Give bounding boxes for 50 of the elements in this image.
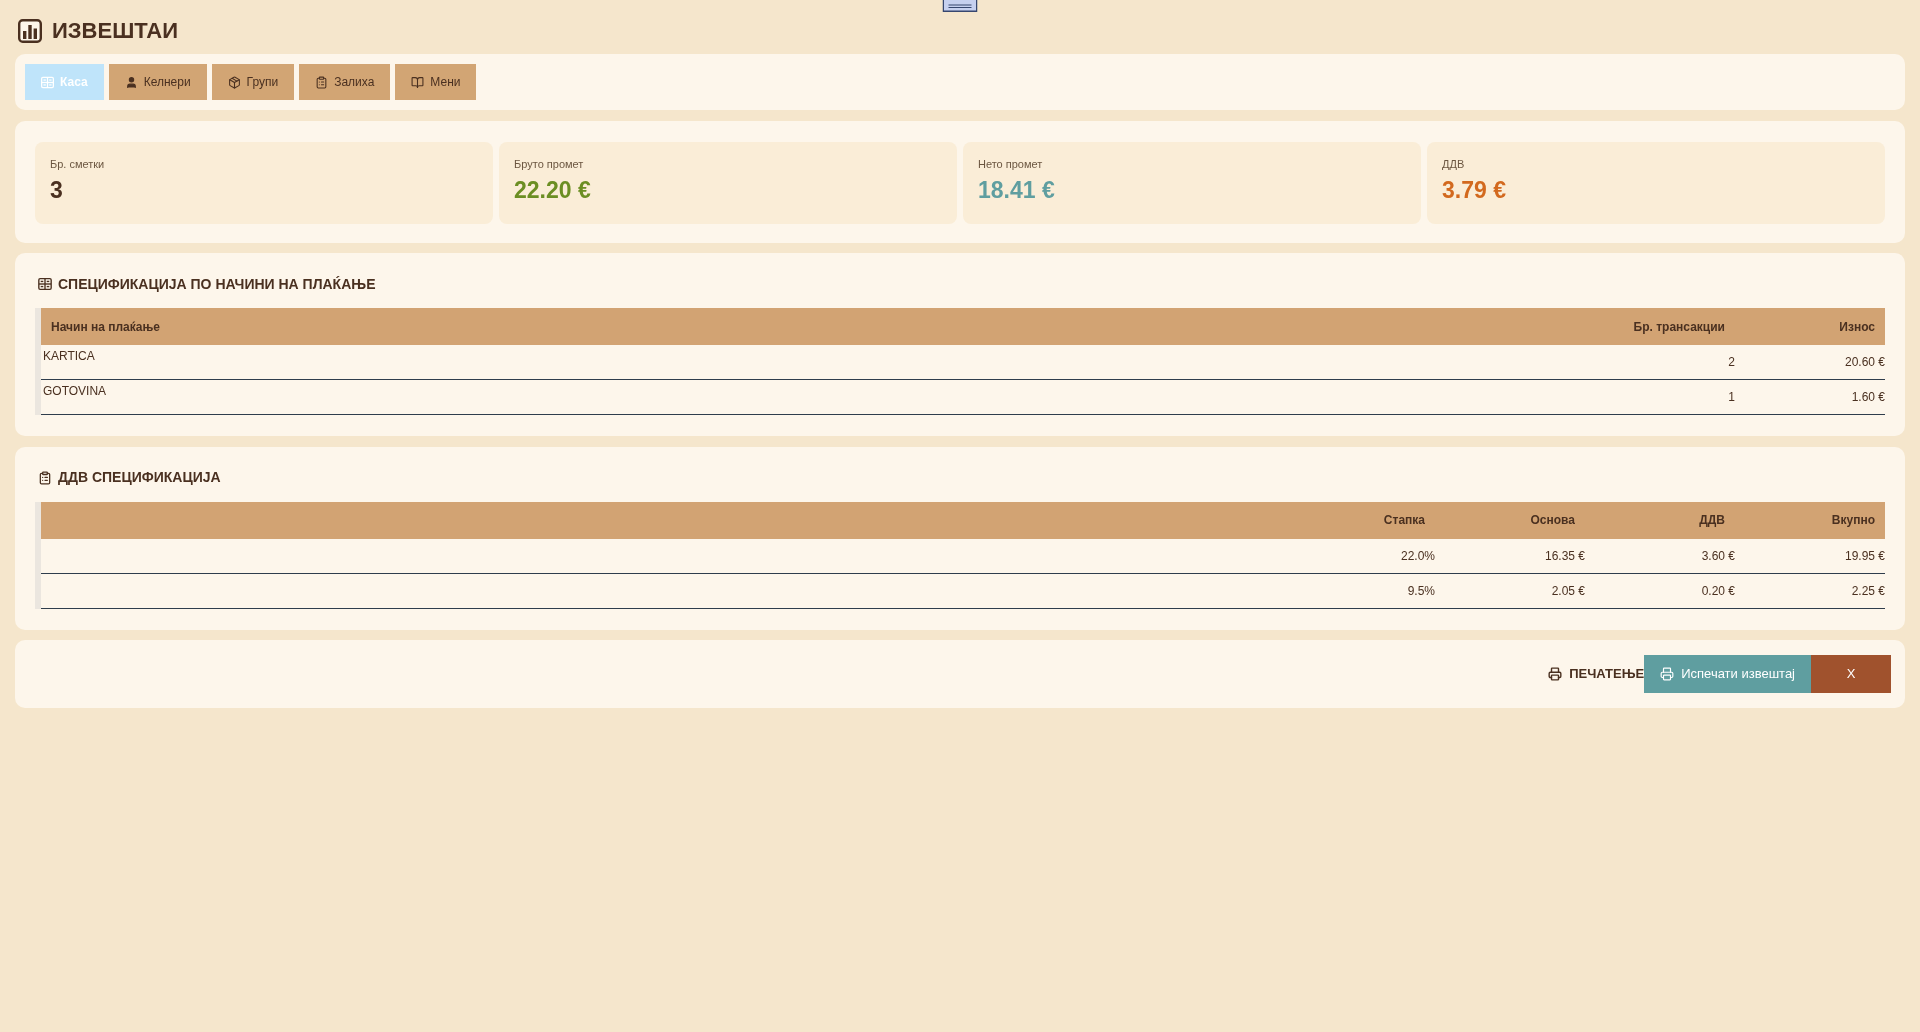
column-header: Бр. трансакции (1632, 318, 1726, 336)
table-cell-text: 3.60 € (1700, 547, 1735, 565)
card-value: 18.41 € (978, 176, 1056, 203)
table-cell-text: 1.60 € (1850, 389, 1885, 406)
card-label: Бр. сметки (50, 156, 106, 171)
table-cell-text: 22.0% (1399, 547, 1435, 565)
page-title: ИЗВЕШТАИ (52, 19, 179, 43)
table-cell-text: 16.35 € (1543, 547, 1585, 565)
card-label: ДДВ (1442, 156, 1466, 171)
tab[interactable]: Келнери (108, 64, 207, 100)
table-cell-text: 1 (1727, 389, 1735, 406)
drag-handle-icon[interactable] (942, 0, 978, 12)
book-icon (411, 75, 425, 89)
printer-icon (1548, 667, 1563, 681)
tab[interactable]: Мени (395, 64, 477, 100)
column-header: Вкупно (1830, 512, 1876, 529)
column-header: Стапка (1382, 512, 1426, 529)
calculator-icon (38, 278, 52, 290)
clipboard-icon (315, 75, 329, 89)
person-icon (124, 75, 138, 89)
close-button[interactable]: X (1811, 655, 1891, 693)
calculator-icon (41, 75, 54, 89)
printer-icon (1660, 667, 1675, 681)
clipboard-icon (38, 470, 52, 485)
card-label: Нето промет (978, 156, 1044, 171)
card-value: 3.79 € (1442, 176, 1507, 203)
table-cell-text: 2 (1727, 354, 1735, 371)
column-header: Износ (1838, 318, 1876, 336)
table-cell-text: 2.05 € (1550, 582, 1585, 600)
card-label: Бруто промет (514, 156, 585, 171)
table-cell-text: GOTOVINA (42, 383, 108, 400)
column-header: ДДВ (1698, 512, 1726, 529)
table-cell-text: KARTICA (42, 348, 96, 365)
tab[interactable]: Групи (211, 64, 295, 100)
package-icon (227, 75, 241, 89)
section-title: СПЕЦИФИКАЦИЈА ПО НАЧИНИ НА ПЛАЌАЊЕ (58, 274, 376, 294)
print-label: ПЕЧАТЕЊЕ (1569, 665, 1645, 684)
table-cell-text: 19.95 € (1843, 547, 1885, 565)
card-value: 3 (50, 176, 64, 203)
table-cell-text: 2.25 € (1850, 582, 1885, 600)
table-cell-text: 9.5% (1406, 582, 1435, 600)
table-cell-text: 0.20 € (1700, 582, 1735, 600)
tab[interactable]: Залиха (299, 64, 391, 100)
card-value: 22.20 € (514, 176, 592, 203)
column-header: Основа (1529, 512, 1576, 529)
bar-chart-icon (18, 19, 42, 43)
table-cell-text: 20.60 € (1843, 354, 1885, 371)
print-report-button[interactable]: Испечати извештај (1644, 655, 1811, 693)
column-header: Начин на плаќање (50, 318, 161, 336)
section-title: ДДВ СПЕЦИФИКАЦИЈА (58, 468, 221, 487)
